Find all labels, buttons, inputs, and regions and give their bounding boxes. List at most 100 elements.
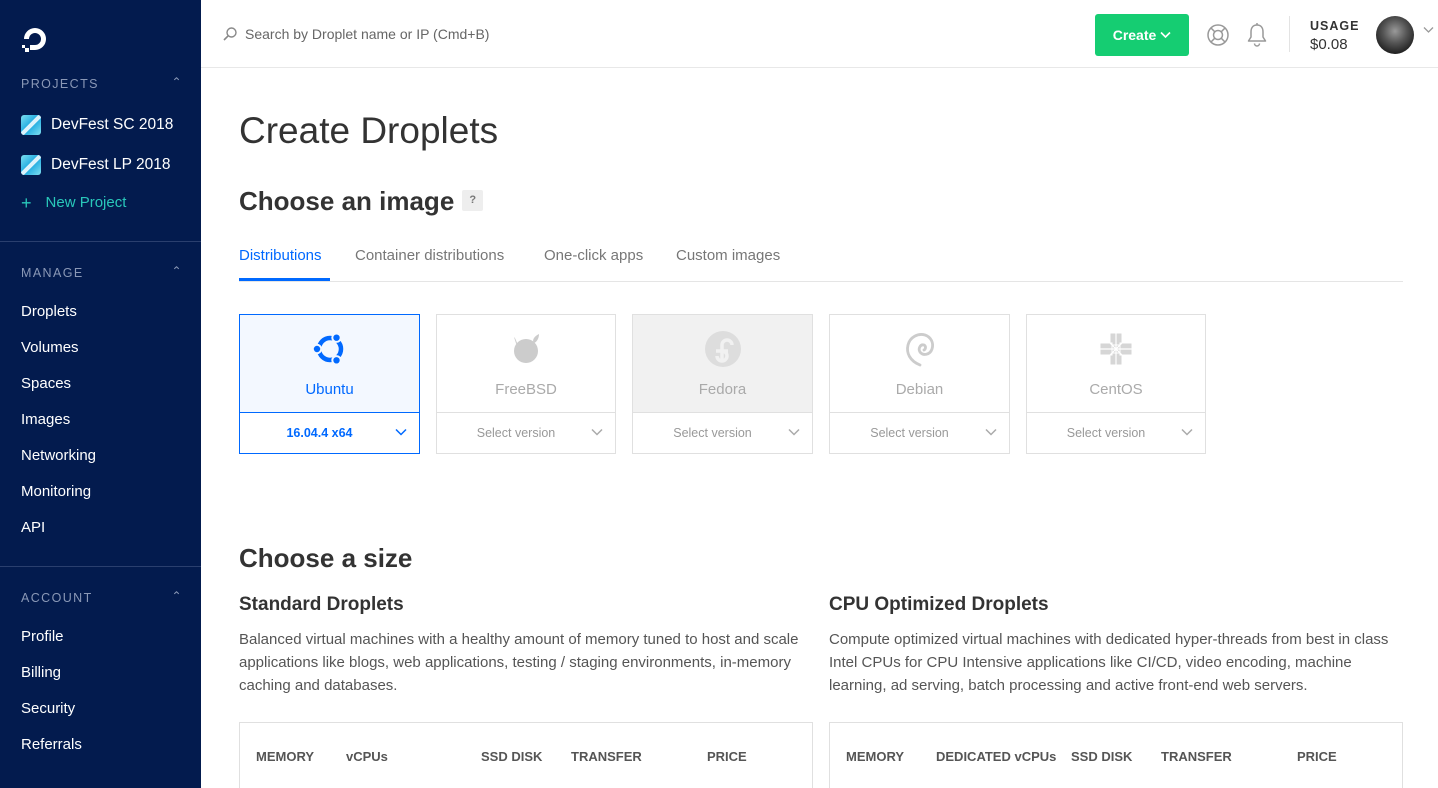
version-select[interactable]: 16.04.4 x64 <box>240 413 419 453</box>
standard-droplets-description: Balanced virtual machines with a healthy… <box>239 631 799 694</box>
project-icon <box>21 115 41 135</box>
search-input[interactable] <box>245 22 665 46</box>
standard-size-table: MEMORY vCPUs SSD DISK TRANSFER PRICE <box>239 722 813 788</box>
sidebar-item-volumes[interactable]: Volumes <box>21 339 79 356</box>
chevron-up-icon[interactable]: ⌃ <box>172 589 183 603</box>
debian-icon <box>905 333 934 367</box>
help-badge[interactable]: ? <box>462 189 484 211</box>
distro-card-fedora[interactable]: Fedora Select version <box>632 314 813 454</box>
tab-custom-images[interactable]: Custom images <box>676 247 780 264</box>
new-project-button[interactable]: + New Project <box>21 192 127 213</box>
distro-card-ubuntu[interactable]: Ubuntu 16.04.4 x64 <box>239 314 420 454</box>
tab-one-click-apps[interactable]: One-click apps <box>544 247 643 264</box>
ubuntu-icon <box>311 332 343 366</box>
distro-name: FreeBSD <box>495 381 557 398</box>
chevron-down-icon <box>591 428 603 436</box>
project-label: DevFest SC 2018 <box>51 116 174 133</box>
distro-card-centos[interactable]: CentOS Select version <box>1026 314 1206 454</box>
sidebar-item-security[interactable]: Security <box>21 700 75 717</box>
column-header-vcpus: vCPUs <box>346 749 388 764</box>
version-select[interactable]: Select version <box>437 413 615 453</box>
sidebar-item-billing[interactable]: Billing <box>21 664 61 681</box>
sidebar-item-images[interactable]: Images <box>21 411 70 428</box>
sidebar: PROJECTS ⌃ DevFest SC 2018 DevFest LP 20… <box>0 0 201 788</box>
chevron-down-icon <box>788 428 800 436</box>
distro-card-freebsd[interactable]: FreeBSD Select version <box>436 314 616 454</box>
search-icon <box>223 27 237 41</box>
distro-select-area[interactable]: Fedora <box>633 315 812 413</box>
distro-select-area[interactable]: Ubuntu <box>240 315 419 413</box>
chevron-up-icon[interactable]: ⌃ <box>172 75 183 89</box>
account-header-label: ACCOUNT <box>21 591 93 605</box>
column-header-ssd-disk: SSD DISK <box>1071 749 1133 764</box>
sidebar-item-networking[interactable]: Networking <box>21 447 96 464</box>
topbar-separator <box>1289 16 1290 52</box>
image-tabs: Distributions Container distributions On… <box>239 244 1403 282</box>
sidebar-item-profile[interactable]: Profile <box>21 628 64 645</box>
distro-card-debian[interactable]: Debian Select version <box>829 314 1010 454</box>
usage-value[interactable]: $0.08 <box>1310 36 1348 53</box>
chevron-down-icon[interactable] <box>1423 26 1434 34</box>
column-header-ssd-disk: SSD DISK <box>481 749 543 764</box>
sidebar-item-spaces[interactable]: Spaces <box>21 375 71 392</box>
cpu-optimized-droplets-title: CPU Optimized Droplets <box>829 594 1049 615</box>
plus-icon: + <box>21 192 32 213</box>
distro-select-area[interactable]: Debian <box>830 315 1009 413</box>
version-value: Select version <box>476 426 556 440</box>
sidebar-project-devfest-sc[interactable]: DevFest SC 2018 <box>21 115 173 135</box>
chevron-down-icon <box>1160 31 1171 39</box>
page-title: Create Droplets <box>239 110 499 151</box>
active-tab-indicator <box>239 278 330 281</box>
sidebar-item-referrals[interactable]: Referrals <box>21 736 82 753</box>
version-value: Select version <box>1066 426 1146 440</box>
sidebar-item-droplets[interactable]: Droplets <box>21 303 77 320</box>
column-header-memory: MEMORY <box>846 749 905 764</box>
standard-droplets-title: Standard Droplets <box>239 594 404 615</box>
top-bar: Create USAGE $0.08 <box>201 0 1438 68</box>
account-section-header[interactable]: ACCOUNT ⌃ <box>21 589 183 605</box>
digitalocean-logo-icon[interactable] <box>20 24 50 54</box>
distro-name: Debian <box>895 381 944 398</box>
create-button[interactable]: Create <box>1095 14 1189 56</box>
create-label: Create <box>1112 27 1157 43</box>
version-select[interactable]: Select version <box>830 413 1009 453</box>
sidebar-project-devfest-lp[interactable]: DevFest LP 2018 <box>21 155 170 175</box>
chevron-down-icon <box>1181 428 1193 436</box>
sidebar-divider <box>0 241 201 242</box>
tab-distributions[interactable]: Distributions <box>239 247 322 264</box>
column-header-memory: MEMORY <box>256 749 315 764</box>
version-select[interactable]: Select version <box>1027 413 1205 453</box>
notifications-bell-icon[interactable] <box>1245 22 1269 48</box>
help-lifebuoy-icon[interactable] <box>1206 23 1230 47</box>
distro-select-area[interactable]: FreeBSD <box>437 315 615 413</box>
distro-name: Ubuntu <box>305 381 354 398</box>
distro-select-area[interactable]: CentOS <box>1027 315 1205 413</box>
choose-image-title: Choose an image <box>239 186 455 216</box>
cpu-optimized-droplets-description: Compute optimized virtual machines with … <box>829 631 1389 694</box>
column-header-price: PRICE <box>1297 749 1337 764</box>
column-header-transfer: TRANSFER <box>571 749 642 764</box>
column-header-price: PRICE <box>707 749 747 764</box>
chevron-up-icon[interactable]: ⌃ <box>172 264 183 278</box>
sidebar-item-monitoring[interactable]: Monitoring <box>21 483 91 500</box>
new-project-label: New Project <box>45 194 127 211</box>
usage-label: USAGE <box>1310 19 1360 33</box>
tab-container-distributions[interactable]: Container distributions <box>355 247 504 264</box>
fedora-icon <box>704 331 741 367</box>
choose-size-heading: Choose a size <box>239 543 413 573</box>
version-value: Select version <box>870 426 949 440</box>
distro-name: CentOS <box>1089 381 1143 398</box>
projects-header-label: PROJECTS <box>21 77 99 91</box>
projects-section-header[interactable]: PROJECTS ⌃ <box>21 75 183 91</box>
version-select[interactable]: Select version <box>633 413 812 453</box>
manage-section-header[interactable]: MANAGE ⌃ <box>21 264 183 280</box>
column-header-dedicated-vcpus: DEDICATED vCPUs <box>936 749 1057 764</box>
avatar[interactable] <box>1376 16 1414 54</box>
manage-header-label: MANAGE <box>21 266 84 280</box>
centos-icon <box>1098 331 1134 367</box>
project-icon <box>21 155 41 175</box>
cpu-optimized-size-table: MEMORY DEDICATED vCPUs SSD DISK TRANSFER… <box>829 722 1403 788</box>
version-value: Select version <box>673 426 752 440</box>
sidebar-item-api[interactable]: API <box>21 519 45 536</box>
freebsd-icon <box>514 334 539 363</box>
